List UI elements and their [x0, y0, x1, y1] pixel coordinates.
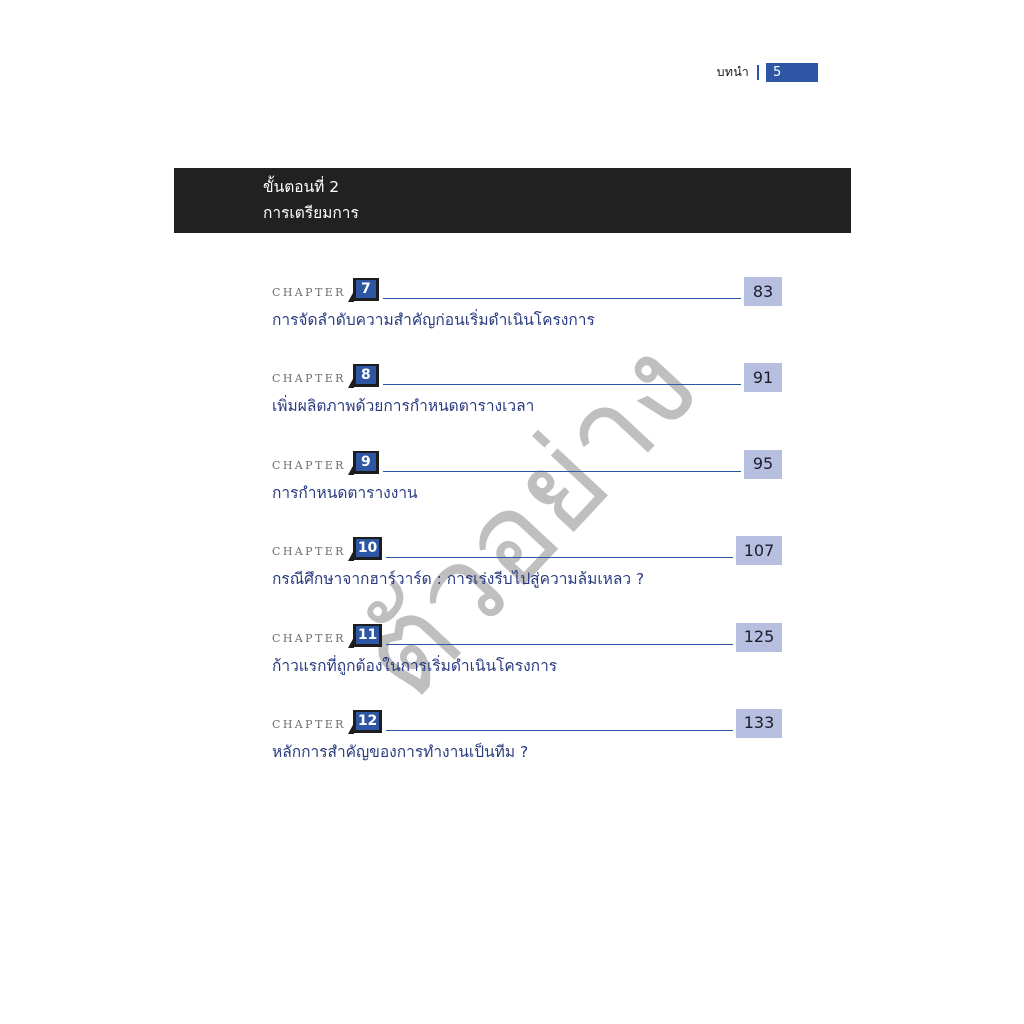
running-header-label: บทนำ	[716, 63, 749, 79]
chapter-number-badge: 8	[347, 364, 379, 389]
step-banner-line-1: ขั้นตอนที่ 2	[263, 177, 340, 196]
badge-inner: 9	[355, 452, 376, 471]
page-number: 125	[743, 627, 775, 646]
toc-entry-title: การจัดลำดับความสำคัญก่อนเริ่มดำเนินโครงก…	[272, 311, 595, 329]
toc-entry-row: CHAPTER 8 91	[272, 362, 782, 393]
chapter-label: CHAPTER	[272, 631, 346, 645]
chapter-number-badge: 10	[347, 537, 383, 562]
chapter-label: CHAPTER	[272, 372, 346, 386]
page-number-box: 125	[736, 622, 782, 652]
page-number-box: 133	[736, 708, 782, 738]
toc-entry[interactable]: CHAPTER 9 95 การกำหนดตารางงาน	[272, 449, 782, 503]
chapter-label: CHAPTER	[272, 545, 346, 559]
chapter-number: 7	[360, 281, 371, 297]
toc-entry-row: CHAPTER 9 95	[272, 449, 782, 479]
running-header-page-box: 5	[766, 62, 818, 82]
badge-inner: 7	[355, 280, 376, 298]
toc-entry[interactable]: CHAPTER 11 125 ก้าวแรกที่ถูกต้องในการเริ…	[272, 622, 782, 676]
toc-entry-title: การกำหนดตารางงาน	[272, 483, 418, 502]
badge-inner: 10	[355, 539, 380, 558]
page-number: 83	[752, 281, 774, 301]
page-number: 133	[743, 713, 775, 733]
chapter-number: 11	[357, 626, 378, 643]
toc-entry-title: กรณีศึกษาจากฮาร์วาร์ด : การเร่งรีบไปสู่ค…	[272, 570, 645, 589]
page-number-box: 91	[744, 363, 782, 393]
toc-entry-title: ก้าวแรกที่ถูกต้องในการเริ่มดำเนินโครงการ	[272, 656, 558, 675]
chapter-number-badge: 11	[347, 623, 383, 648]
toc-entry-title: หลักการสำคัญของการทำงานเป็นทีม ?	[272, 742, 529, 761]
badge-inner: 8	[355, 366, 376, 385]
toc-entry-row: CHAPTER 11 125	[272, 622, 782, 652]
chapter-number-badge: 9	[347, 450, 379, 475]
page-number: 107	[743, 540, 775, 560]
toc-entry[interactable]: CHAPTER 12 133 หลักการสำคัญของการทำงานเป…	[272, 708, 782, 762]
leader-line	[382, 470, 741, 472]
page-number-box: 95	[744, 449, 782, 479]
toc-entry-row: CHAPTER 7 83	[272, 276, 782, 306]
badge-frame: 7	[352, 278, 379, 301]
chapter-label: CHAPTER	[272, 717, 346, 731]
page-number-box: 83	[744, 277, 782, 306]
badge-frame: 9	[352, 450, 379, 474]
chapter-number: 8	[360, 367, 371, 384]
badge-inner: 12	[355, 711, 380, 730]
leader-line	[382, 298, 741, 299]
page-number: 95	[752, 454, 774, 474]
toc-entry[interactable]: CHAPTER 10 107 กรณีศึกษาจากฮาร์วาร์ด : ก…	[272, 535, 782, 589]
chapter-number: 12	[357, 712, 378, 729]
running-header: บทนำ 5	[717, 62, 818, 82]
toc-entry-title: เพิ่มผลิตภาพด้วยการกำหนดตารางเวลา	[272, 397, 535, 416]
page-number-box: 107	[736, 536, 782, 566]
chapter-number: 9	[360, 453, 371, 470]
toc-entry[interactable]: CHAPTER 8 91 เพิ่มผลิตภาพด้วยการกำหนดตาร…	[272, 362, 782, 416]
badge-frame: 11	[352, 623, 383, 647]
toc-entry-row: CHAPTER 12 133	[272, 708, 782, 738]
leader-line	[386, 557, 733, 559]
page-number: 91	[752, 367, 774, 387]
step-banner: ขั้นตอนที่ 2 การเตรียมการ	[174, 168, 851, 233]
badge-frame: 8	[352, 364, 379, 388]
toc-entry-row: CHAPTER 10 107	[272, 535, 782, 566]
badge-frame: 12	[352, 709, 383, 733]
leader-line	[386, 729, 733, 731]
leader-line	[382, 384, 741, 386]
leader-line	[386, 643, 733, 645]
chapter-number-badge: 7	[347, 278, 379, 302]
chapter-number-badge: 12	[347, 709, 383, 734]
running-header-divider	[757, 64, 759, 80]
chapter-number: 10	[357, 540, 378, 557]
badge-inner: 11	[355, 625, 380, 644]
badge-frame: 10	[352, 537, 383, 561]
running-header-page-number: 5	[773, 64, 782, 80]
chapter-label: CHAPTER	[272, 286, 346, 299]
step-banner-line-2: การเตรียมการ	[263, 204, 359, 222]
toc-entry[interactable]: CHAPTER 7 83 การจัดลำดับความสำคัญก่อนเริ…	[272, 276, 782, 330]
table-of-contents: CHAPTER 7 83 การจัดลำดับความสำคัญก่อนเริ…	[272, 276, 782, 762]
chapter-label: CHAPTER	[272, 458, 346, 472]
